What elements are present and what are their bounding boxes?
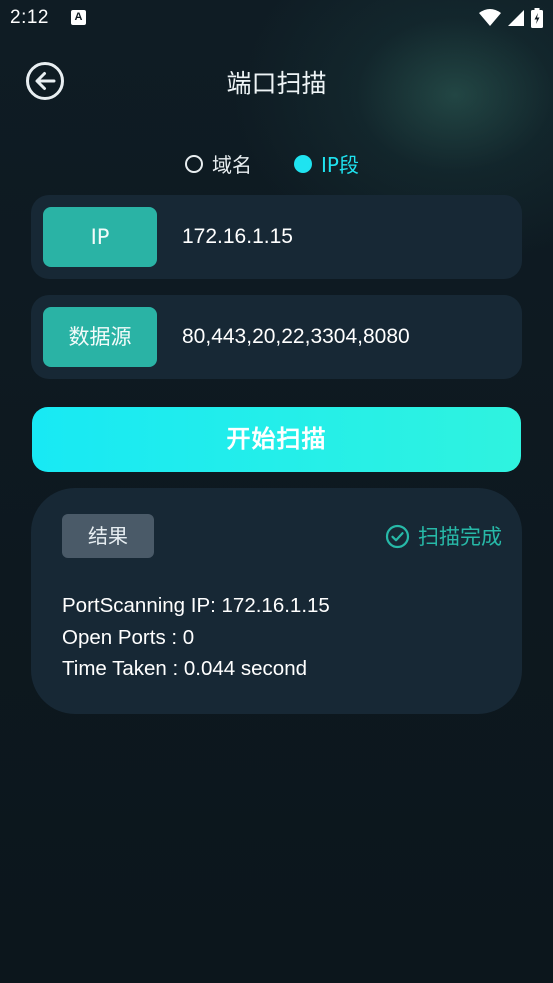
radio-label-ip-range: IP段 (321, 153, 359, 177)
result-tag: 结果 (62, 514, 154, 558)
radio-option-domain[interactable]: 域名 (185, 149, 252, 178)
radio-label-domain: 域名 (212, 153, 252, 177)
page-title: 端口扫描 (226, 69, 327, 98)
start-scan-button[interactable]: 开始扫描 (32, 407, 521, 472)
result-line-scanning-ip: PortScanning IP: 172.16.1.15 (62, 594, 330, 617)
result-line-time-taken: Time Taken : 0.044 second (62, 657, 308, 680)
scan-mode-radio-group: 域名 IP段 (185, 149, 359, 178)
radio-unchecked-icon (185, 154, 203, 173)
notification-a-icon: A (71, 10, 86, 25)
data-source-field-card: 数据源 80,443,20,22,3304,8080 (31, 295, 522, 379)
scan-status-label: 扫描完成 (418, 525, 502, 549)
ip-input[interactable]: 172.16.1.15 (182, 195, 293, 279)
port-scan-screen: 2:12 A 端口扫描 域名 IP段 IP 172.16.1.15 数据源 80… (0, 0, 553, 983)
wifi-icon (479, 9, 501, 26)
result-card: 结果 扫描完成 PortScanning IP: 172.16.1.15 Ope… (31, 488, 522, 714)
ip-field-tag: IP (43, 207, 157, 267)
data-source-input[interactable]: 80,443,20,22,3304,8080 (182, 295, 410, 379)
status-icons (479, 8, 543, 28)
result-output: PortScanning IP: 172.16.1.15 Open Ports … (62, 590, 330, 685)
status-bar: 2:12 A (0, 0, 553, 38)
ip-field-card: IP 172.16.1.15 (31, 195, 522, 279)
check-circle-icon (385, 524, 410, 548)
cellular-signal-icon (508, 10, 524, 26)
data-source-field-tag: 数据源 (43, 307, 157, 367)
battery-charging-icon (531, 8, 543, 28)
status-time: 2:12 (10, 7, 49, 28)
radio-option-ip-range[interactable]: IP段 (294, 149, 359, 178)
scan-status: 扫描完成 (385, 521, 502, 551)
radio-checked-icon (294, 154, 312, 173)
result-line-open-ports: Open Ports : 0 (62, 625, 195, 649)
